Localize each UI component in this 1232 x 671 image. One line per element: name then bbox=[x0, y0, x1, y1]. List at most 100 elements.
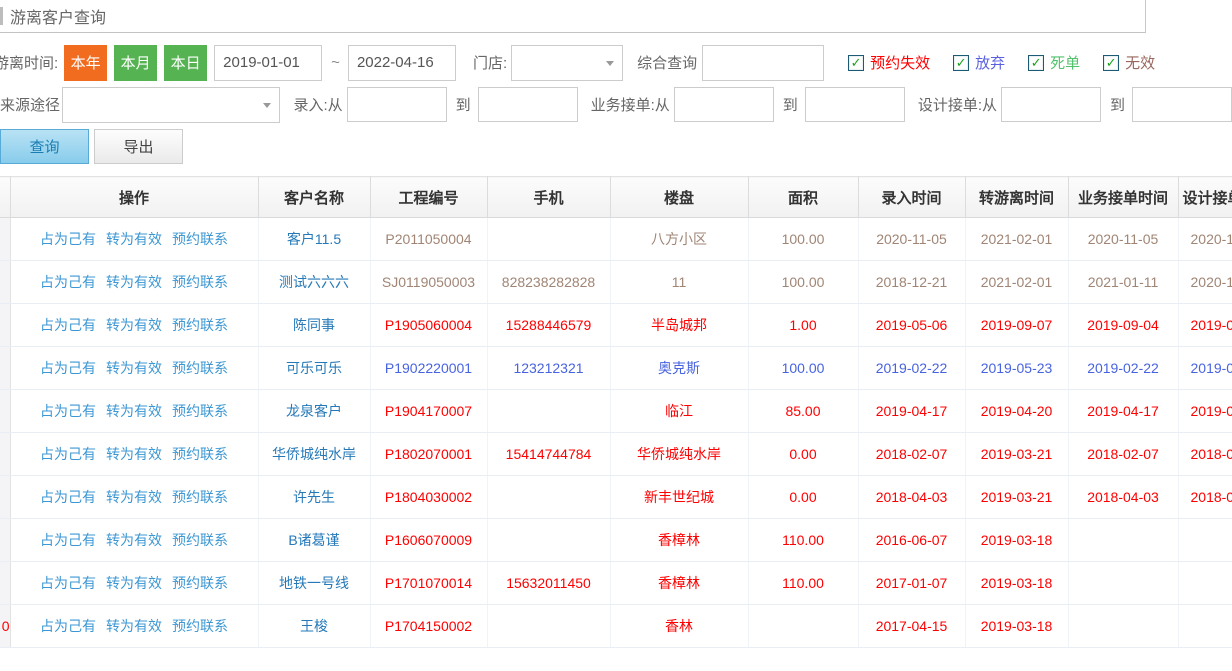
row-action-link[interactable]: 转为有效 bbox=[106, 489, 162, 505]
combined-query-input[interactable] bbox=[702, 45, 824, 81]
checkbox-icon[interactable]: ✓ bbox=[848, 55, 864, 71]
status-checkbox-item: ✓预约失效 bbox=[848, 52, 930, 73]
biz-from-input[interactable] bbox=[674, 87, 774, 122]
biz-order-time-cell: 2019-02-22 bbox=[1068, 347, 1178, 390]
row-action-link[interactable]: 转为有效 bbox=[106, 231, 162, 247]
customer-name-link[interactable]: 王梭 bbox=[258, 605, 370, 648]
export-button[interactable]: 导出 bbox=[94, 129, 183, 164]
phone-cell bbox=[487, 519, 610, 562]
area-cell: 100.00 bbox=[748, 347, 858, 390]
row-action-link[interactable]: 预约联系 bbox=[172, 575, 228, 591]
row-action-link[interactable]: 占为己有 bbox=[40, 231, 96, 247]
checkbox-icon[interactable]: ✓ bbox=[953, 55, 969, 71]
row-action-link[interactable]: 转为有效 bbox=[106, 446, 162, 462]
source-channel-select[interactable] bbox=[62, 87, 280, 123]
row-action-link[interactable]: 占为己有 bbox=[40, 403, 96, 419]
customer-name-link[interactable]: 地铁一号线 bbox=[258, 562, 370, 605]
customer-name-link[interactable]: 许先生 bbox=[258, 476, 370, 519]
design-order-time-cell: 2019-04 bbox=[1178, 390, 1232, 433]
biz-to-input[interactable] bbox=[805, 87, 905, 122]
design-to-input[interactable] bbox=[1132, 87, 1232, 122]
row-action-link[interactable]: 预约联系 bbox=[172, 317, 228, 333]
store-select[interactable] bbox=[511, 45, 623, 81]
row-action-link[interactable]: 占为己有 bbox=[40, 360, 96, 376]
biz-order-time-cell bbox=[1068, 605, 1178, 648]
phone-cell: 15632011450 bbox=[487, 562, 610, 605]
customer-name-link[interactable]: 龙泉客户 bbox=[258, 390, 370, 433]
filter-row-2: 来源途径 录入:从 到 业务接单:从 到 设计接单:从 到 bbox=[0, 87, 1232, 122]
checkmark-icon: ✓ bbox=[1031, 56, 1042, 69]
customer-name-link[interactable]: 陈同事 bbox=[258, 304, 370, 347]
entry-from-input[interactable] bbox=[347, 87, 447, 122]
row-actions-cell: 占为己有转为有效预约联系 bbox=[10, 433, 258, 476]
area-cell: 110.00 bbox=[748, 519, 858, 562]
toolbar: 查询 导出 bbox=[0, 129, 1232, 164]
phone-cell bbox=[487, 218, 610, 261]
row-action-link[interactable]: 占为己有 bbox=[40, 575, 96, 591]
phone-cell bbox=[487, 476, 610, 519]
customer-name-link[interactable]: 测试六六六 bbox=[258, 261, 370, 304]
row-action-link[interactable]: 转为有效 bbox=[106, 575, 162, 591]
date-to-input[interactable] bbox=[348, 45, 456, 81]
floating-time-cell: 2019-03-21 bbox=[965, 476, 1068, 519]
row-action-link[interactable]: 占为己有 bbox=[40, 274, 96, 290]
project-number-cell: P1606070009 bbox=[370, 519, 487, 562]
column-header: 客户名称 bbox=[258, 177, 370, 218]
table-row: 占为己有转为有效预约联系 B诸葛谨 P1606070009 香樟林 110.00… bbox=[0, 519, 1232, 562]
row-action-link[interactable]: 预约联系 bbox=[172, 231, 228, 247]
customer-name-link[interactable]: 客户11.5 bbox=[258, 218, 370, 261]
row-action-link[interactable]: 占为己有 bbox=[40, 446, 96, 462]
checkbox-icon[interactable]: ✓ bbox=[1028, 55, 1044, 71]
row-action-link[interactable]: 占为己有 bbox=[40, 489, 96, 505]
row-action-link[interactable]: 预约联系 bbox=[172, 446, 228, 462]
biz-order-time-cell: 2019-09-04 bbox=[1068, 304, 1178, 347]
row-action-link[interactable]: 占为己有 bbox=[40, 618, 96, 634]
row-action-link[interactable]: 转为有效 bbox=[106, 403, 162, 419]
row-action-link[interactable]: 转为有效 bbox=[106, 317, 162, 333]
design-order-time-cell bbox=[1178, 605, 1232, 648]
column-header: 转游离时间 bbox=[965, 177, 1068, 218]
table-row: 占为己有转为有效预约联系 客户11.5 P2011050004 八方小区 100… bbox=[0, 218, 1232, 261]
building-cell: 临江 bbox=[610, 390, 748, 433]
customer-name-link[interactable]: B诸葛谨 bbox=[258, 519, 370, 562]
this-month-button[interactable]: 本月 bbox=[114, 45, 157, 81]
phone-cell bbox=[487, 605, 610, 648]
checkbox-icon[interactable]: ✓ bbox=[1103, 55, 1119, 71]
design-to-label: 到 bbox=[1110, 94, 1125, 115]
building-cell: 新丰世纪城 bbox=[610, 476, 748, 519]
entry-to-label: 到 bbox=[456, 94, 471, 115]
table-row: 0 占为己有转为有效预约联系 王梭 P1704150002 香林 2017-04… bbox=[0, 605, 1232, 648]
row-actions-cell: 占为己有转为有效预约联系 bbox=[10, 390, 258, 433]
table-row: 占为己有转为有效预约联系 龙泉客户 P1904170007 临江 85.00 2… bbox=[0, 390, 1232, 433]
row-action-link[interactable]: 预约联系 bbox=[172, 403, 228, 419]
entry-to-input[interactable] bbox=[478, 87, 578, 122]
row-action-link[interactable]: 预约联系 bbox=[172, 360, 228, 376]
project-number-cell: P1904170007 bbox=[370, 390, 487, 433]
row-action-link[interactable]: 预约联系 bbox=[172, 274, 228, 290]
floating-time-label: 游离时间: bbox=[0, 52, 58, 73]
row-action-link[interactable]: 预约联系 bbox=[172, 618, 228, 634]
row-action-link[interactable]: 转为有效 bbox=[106, 360, 162, 376]
today-button[interactable]: 本日 bbox=[164, 45, 207, 81]
project-number-cell: P1701070014 bbox=[370, 562, 487, 605]
table-header-row: 操作客户名称工程编号手机楼盘面积录入时间转游离时间业务接单时间设计接单时间 bbox=[0, 177, 1232, 218]
date-from-input[interactable] bbox=[214, 45, 322, 81]
row-action-link[interactable]: 占为己有 bbox=[40, 532, 96, 548]
this-year-button[interactable]: 本年 bbox=[64, 45, 107, 81]
customer-name-link[interactable]: 华侨城纯水岸 bbox=[258, 433, 370, 476]
row-edge-cell bbox=[0, 519, 10, 562]
table-row: 占为己有转为有效预约联系 地铁一号线 P1701070014 156320114… bbox=[0, 562, 1232, 605]
table-row: 占为己有转为有效预约联系 可乐可乐 P1902220001 123212321 … bbox=[0, 347, 1232, 390]
row-action-link[interactable]: 预约联系 bbox=[172, 489, 228, 505]
status-filter-group: ✓预约失效✓放弃✓死单✓无效 bbox=[848, 52, 1178, 73]
row-action-link[interactable]: 转为有效 bbox=[106, 618, 162, 634]
customer-name-link[interactable]: 可乐可乐 bbox=[258, 347, 370, 390]
query-button[interactable]: 查询 bbox=[0, 129, 89, 164]
building-cell: 香樟林 bbox=[610, 519, 748, 562]
row-action-link[interactable]: 转为有效 bbox=[106, 274, 162, 290]
row-action-link[interactable]: 预约联系 bbox=[172, 532, 228, 548]
design-from-input[interactable] bbox=[1001, 87, 1101, 122]
table-row: 占为己有转为有效预约联系 陈同事 P1905060004 15288446579… bbox=[0, 304, 1232, 347]
row-action-link[interactable]: 转为有效 bbox=[106, 532, 162, 548]
row-action-link[interactable]: 占为己有 bbox=[40, 317, 96, 333]
